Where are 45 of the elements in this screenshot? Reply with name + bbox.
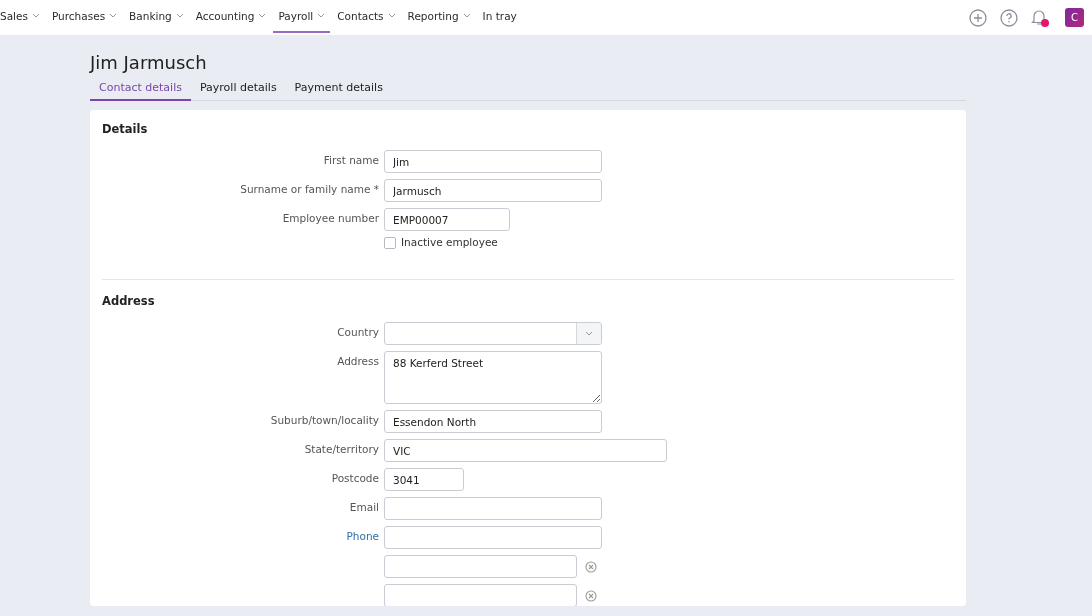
input-field[interactable]	[384, 555, 577, 578]
input-field[interactable]: EMP00007	[384, 208, 510, 231]
input-field[interactable]	[384, 584, 577, 606]
remove-icon[interactable]	[585, 560, 597, 573]
input-field[interactable]: Jarmusch	[384, 179, 602, 202]
nav-menu-item[interactable]: In tray	[477, 0, 522, 33]
field-label: Address	[337, 354, 379, 367]
nav-menu-item[interactable]: Purchases	[46, 0, 123, 33]
chevron-down-icon	[585, 331, 593, 336]
tab[interactable]: Contact details	[90, 81, 191, 101]
section-heading: Address	[102, 294, 156, 308]
field-label: Email	[349, 500, 379, 513]
field-label: State/territory	[304, 442, 379, 455]
help-icon[interactable]	[1000, 8, 1018, 27]
field-label: Postcode	[331, 471, 379, 484]
checkbox-label: Inactive employee	[401, 236, 498, 248]
address-field[interactable]: 88 Kerferd Street	[384, 351, 602, 404]
input-field[interactable]: VIC	[384, 439, 667, 462]
nav-menu-item[interactable]: Contacts	[332, 0, 401, 33]
country-dropdown[interactable]	[384, 322, 602, 345]
bell-icon[interactable]	[1031, 7, 1047, 26]
input-field[interactable]	[384, 497, 602, 520]
remove-icon[interactable]	[585, 589, 597, 602]
field-label: Country	[337, 325, 379, 338]
nav-menu-item[interactable]: Banking	[124, 0, 189, 33]
add-icon[interactable]	[969, 8, 987, 27]
nav-menu-item[interactable]: Accounting	[190, 0, 272, 33]
field-label: First name	[323, 153, 379, 166]
tab[interactable]: Payment details	[285, 81, 392, 101]
field-label: Surname or family name *	[240, 182, 379, 195]
input-field[interactable]: Essendon North	[384, 410, 602, 433]
field-label: Suburb/town/locality	[270, 413, 379, 426]
input-field[interactable]	[384, 526, 602, 549]
checkbox[interactable]	[384, 237, 396, 249]
page-title: Jim Jarmusch	[90, 51, 208, 75]
nav-menu-item[interactable]: Payroll	[273, 0, 331, 33]
user-avatar[interactable]: C	[1065, 8, 1084, 27]
input-field[interactable]: 3041	[384, 468, 464, 491]
nav-menu-item[interactable]: Sales	[0, 0, 45, 33]
section-heading: Details	[102, 122, 149, 136]
field-label: Employee number	[282, 211, 379, 224]
nav-menu-item[interactable]: Reporting	[402, 0, 476, 33]
field-label[interactable]: Phone	[346, 526, 379, 542]
input-field[interactable]: Jim	[384, 150, 602, 173]
tab[interactable]: Payroll details	[190, 81, 286, 101]
